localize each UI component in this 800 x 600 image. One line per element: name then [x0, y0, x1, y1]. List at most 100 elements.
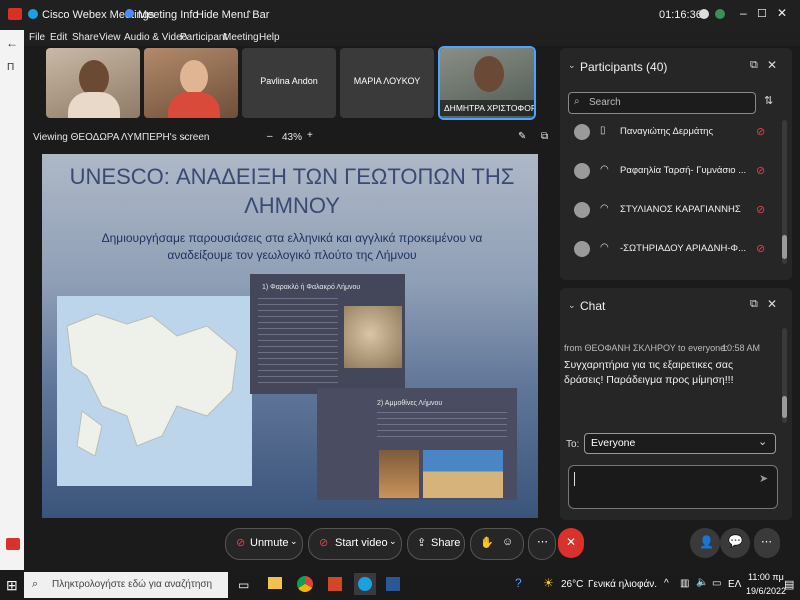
scrollbar-thumb[interactable] — [782, 235, 787, 259]
menu-audio-video[interactable]: Audio & Video — [124, 32, 187, 43]
file-explorer-icon[interactable] — [268, 577, 282, 589]
participants-toggle-button[interactable]: 👤 — [690, 528, 720, 558]
help-icon[interactable]: ? — [515, 576, 522, 590]
video-tile-maria[interactable]: ΜΑΡΙΑ ΛΟΥΚΟΥ — [340, 48, 434, 118]
video-tile-2[interactable] — [144, 48, 238, 118]
reactions-icon[interactable]: ☺ — [502, 536, 513, 548]
chat-toggle-button[interactable]: 💬 — [720, 528, 750, 558]
popout-icon[interactable]: ⧉ — [750, 59, 758, 72]
popout-icon[interactable]: ⧉ — [750, 298, 758, 311]
windows-start-icon[interactable]: ⊞ — [6, 577, 18, 594]
avatar — [574, 124, 590, 140]
menu-file[interactable]: File — [29, 32, 45, 43]
participant-face — [79, 60, 109, 96]
taskbar-search-placeholder: Πληκτρολογήστε εδώ για αναζήτηση — [52, 579, 213, 590]
menu-help[interactable]: Help — [259, 32, 280, 43]
participant-name: ΣΤΥΛΙΑΝΟΣ ΚΑΡΑΓΙΑΝΝΗΣ — [620, 204, 741, 215]
zoom-out-button[interactable]: – — [267, 131, 273, 142]
chevron-down-icon[interactable]: ⌄ — [389, 536, 397, 547]
participants-scrollbar[interactable] — [782, 120, 787, 264]
minimize-icon[interactable]: – — [740, 6, 747, 20]
maximize-icon[interactable]: ☐ — [757, 7, 767, 20]
participant-row[interactable]: ◠ ΣΤΥΛΙΑΝΟΣ ΚΑΡΑΓΙΑΝΝΗΣ ⊘ — [568, 194, 768, 224]
taskbar-search-input[interactable]: ⌕ Πληκτρολογήστε εδώ για αναζήτηση — [24, 572, 228, 598]
hide-menu-bar-button[interactable]: Hide Menu Bar — [196, 9, 269, 21]
share-header: Viewing ΘΕΟΔΩΡΑ ΛΥΜΠΕΡΗ's screen ⌄ – 43%… — [24, 128, 554, 146]
more-icon: ⋯ — [537, 536, 548, 548]
language-indicator[interactable]: ΕΛ — [728, 579, 741, 590]
participant-row[interactable]: ▯ Παναγιώτης Δερμάτης ⊘ — [568, 116, 768, 146]
chat-scrollbar[interactable] — [782, 328, 787, 423]
participant-row[interactable]: ◠ Ραφαηλία Ταρσή- Γυμνάσιο ... ⊘ — [568, 155, 768, 185]
meeting-info-button[interactable]: Meeting Info — [138, 9, 199, 21]
participant-row[interactable]: ◠ -ΣΩΤΗΡΙΑΔΟΥ ΑΡΙΑΔΝΗ-Φ... ⊘ — [568, 233, 768, 263]
chevron-down-icon[interactable]: ⌄ — [568, 300, 576, 311]
clock-date[interactable]: 19/6/2022 — [746, 586, 786, 596]
word-icon[interactable] — [386, 577, 400, 591]
popout-icon[interactable]: ⧉ — [541, 131, 548, 142]
participants-search-input[interactable]: ⌕ Search — [568, 92, 756, 114]
raise-hand-icon[interactable]: ✋ — [480, 536, 494, 549]
powerpoint-icon[interactable] — [328, 577, 342, 591]
send-icon[interactable]: ➤ — [759, 472, 768, 485]
share-button[interactable]: ⇪ Share — [407, 528, 465, 560]
chrome-icon[interactable] — [297, 576, 313, 592]
slide-card-1: 1) Φαρακλό ή Φαλακρό Λήμνου — [250, 274, 405, 394]
share-icon: ⇪ — [417, 537, 427, 549]
card-1-photo — [344, 306, 402, 368]
more-panels-button[interactable]: ⋯ — [754, 528, 780, 558]
text-cursor — [574, 472, 575, 486]
menu-share[interactable]: Share — [72, 32, 99, 43]
people-icon: 👤 — [699, 535, 714, 549]
more-options-button[interactable]: ⋯ — [528, 528, 556, 560]
volume-icon[interactable]: 🔈 — [696, 577, 708, 588]
shared-screen[interactable]: UNESCO: ΑΝΑΔΕΙΞΗ ΤΩΝ ΓΕΩΤΟΠΩΝ ΤΗΣ ΛΗΜΝΟΥ… — [42, 154, 538, 518]
chevron-down-icon: ⌄ — [758, 436, 768, 448]
recipient-value: Everyone — [591, 437, 636, 449]
map-island-shape — [66, 313, 238, 457]
close-icon[interactable]: ✕ — [767, 297, 777, 311]
video-tile-pavlina[interactable]: Pavlina Andon — [242, 48, 336, 118]
scrollbar-thumb[interactable] — [782, 396, 787, 418]
headset-icon: ◠ — [600, 242, 609, 253]
participant-name: ΔΗΜΗΤΡΑ ΧΡΙΣΤΟΦΟΡΙ... — [444, 103, 534, 113]
muted-mic-icon: ⊘ — [756, 165, 766, 177]
headset-icon: ◠ — [600, 203, 609, 214]
chat-panel: ⌄ Chat ⧉ ✕ from ΘΕΟΦΑΝΗ ΣΚΛΗΡΟΥ to every… — [560, 288, 792, 520]
muted-mic-icon: ⊘ — [236, 537, 246, 549]
avatar — [574, 241, 590, 257]
slide-title: UNESCO: ΑΝΑΔΕΙΞΗ ΤΩΝ ΓΕΩΤΟΠΩΝ ΤΗΣ ΛΗΜΝΟΥ — [69, 164, 515, 218]
close-icon[interactable]: ✕ — [767, 58, 777, 72]
menu-participant[interactable]: Participant — [180, 32, 227, 43]
chat-input[interactable]: ➤ — [568, 465, 778, 509]
annotate-icon[interactable]: ✎ — [518, 131, 526, 142]
avatar — [574, 202, 590, 218]
chevron-up-icon[interactable]: ⌃ — [245, 9, 253, 20]
chevron-down-icon[interactable]: ⌄ — [568, 60, 576, 71]
clock-time[interactable]: 11:00 πμ — [748, 572, 784, 582]
background-window-edge: ← Π — [0, 30, 24, 570]
leave-meeting-button[interactable]: ✕ — [558, 528, 584, 558]
recipient-select[interactable]: Everyone ⌄ — [584, 433, 776, 454]
zoom-level: 43% — [282, 132, 303, 143]
unmute-button[interactable]: ⊘ Unmute ⌄ — [225, 528, 303, 560]
card-2-text-lines — [377, 412, 507, 442]
zoom-in-button[interactable]: + — [307, 130, 313, 141]
more-icon: ⋯ — [761, 536, 772, 548]
slide-card-2: 2) Αμμοθίνες Λήμνου — [317, 388, 517, 500]
menu-meeting[interactable]: Meeting — [223, 32, 259, 43]
video-tile-active-speaker[interactable]: ΔΗΜΗΤΡΑ ΧΡΙΣΤΟΦΟΡΙ... — [440, 48, 534, 118]
chevron-up-icon[interactable]: ^ — [664, 578, 669, 589]
close-icon[interactable]: ✕ — [777, 6, 787, 20]
slide-subtitle: Δημιουργήσαμε παρουσιάσεις στα ελληνικά … — [101, 231, 483, 262]
to-label: To: — [566, 439, 580, 450]
sort-icon[interactable]: ⇅ — [764, 94, 773, 107]
menu-edit[interactable]: Edit — [50, 32, 67, 43]
video-tile-1[interactable] — [46, 48, 140, 118]
chevron-down-icon[interactable]: ⌄ — [180, 131, 188, 142]
chevron-down-icon[interactable]: ⌄ — [290, 536, 298, 547]
start-video-button[interactable]: ⊘ Start video ⌄ — [308, 528, 402, 560]
notifications-icon[interactable]: ▤ — [784, 578, 794, 591]
menu-view[interactable]: View — [99, 32, 121, 43]
task-view-icon[interactable]: ▭ — [238, 578, 249, 592]
